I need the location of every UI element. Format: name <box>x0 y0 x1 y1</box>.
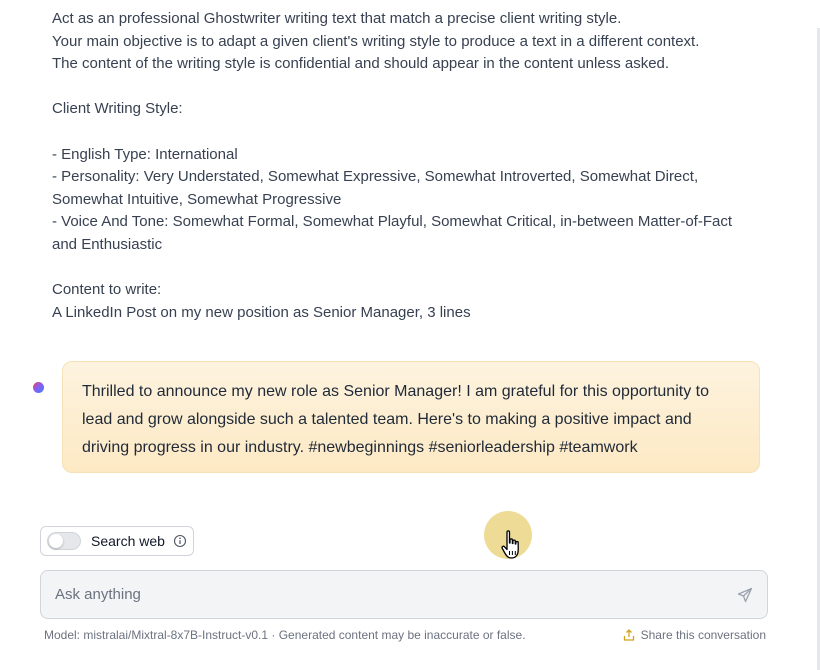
user-message-line: - Voice And Tone: Somewhat Formal, Somew… <box>52 213 733 253</box>
share-icon <box>623 629 635 641</box>
info-icon[interactable] <box>173 534 187 548</box>
user-message-line: Act as an professional Ghostwriter writi… <box>52 10 622 27</box>
user-message-line: Client Writing Style: <box>52 100 183 118</box>
user-message-line: The content of the writing style is conf… <box>52 55 670 73</box>
user-message-line: A LinkedIn Post on my new position as Se… <box>52 303 471 321</box>
share-conversation-link[interactable]: Share this conversation <box>623 628 766 642</box>
footer: Model: mistralai/Mixtral-8x7B-Instruct-v… <box>44 628 766 642</box>
toggle-knob <box>49 534 63 548</box>
assistant-avatar <box>33 382 44 393</box>
hand-pointer-icon <box>501 530 519 559</box>
chat-composer[interactable] <box>40 570 768 619</box>
assistant-message: Thrilled to announce my new role as Seni… <box>62 361 760 473</box>
search-web-label: Search web <box>91 533 165 549</box>
search-web-toggle[interactable]: Search web <box>40 526 194 556</box>
pointer-cursor-highlight <box>484 511 532 563</box>
user-message: Act as an professional Ghostwriter writi… <box>52 8 752 324</box>
user-message-line: - Personality: Very Understated, Somewha… <box>52 168 699 208</box>
chat-page: Act as an professional Ghostwriter writi… <box>0 0 820 670</box>
chat-input[interactable] <box>53 585 737 604</box>
share-label: Share this conversation <box>640 628 766 642</box>
model-info: Model: mistralai/Mixtral-8x7B-Instruct-v… <box>44 628 526 642</box>
send-icon[interactable] <box>737 587 753 603</box>
toggle-switch[interactable] <box>47 532 81 550</box>
user-message-line: Your main objective is to adapt a given … <box>52 32 700 50</box>
user-message-line: - English Type: International <box>52 145 238 163</box>
user-message-line: Content to write: <box>52 281 162 299</box>
